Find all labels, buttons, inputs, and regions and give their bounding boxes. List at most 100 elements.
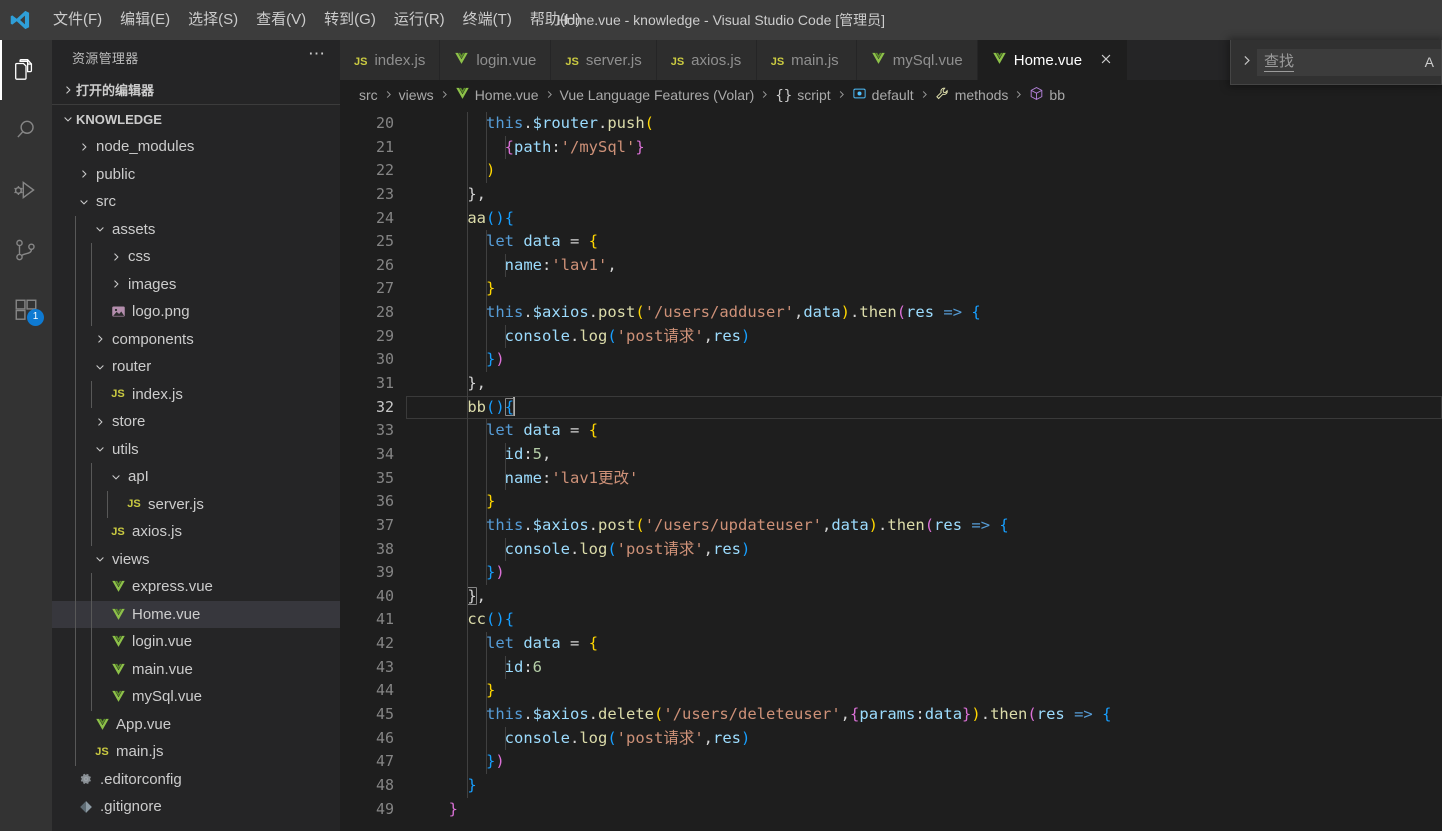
tree-item-components[interactable]: components xyxy=(52,325,340,353)
chevron-down-icon[interactable] xyxy=(92,441,108,457)
menu-goto[interactable]: 转到(G) xyxy=(315,7,385,33)
tree-item-store[interactable]: store xyxy=(52,408,340,436)
tab-login-vue[interactable]: login.vue xyxy=(440,40,552,80)
tree-item--editorconfig[interactable]: .editorconfig xyxy=(52,766,340,794)
tree-item-express-vue[interactable]: express.vue xyxy=(52,573,340,601)
code-line[interactable]: } xyxy=(406,679,1442,704)
find-input[interactable]: 查找 A xyxy=(1257,48,1441,76)
chevron-right-icon[interactable] xyxy=(108,276,124,292)
menu-run[interactable]: 运行(R) xyxy=(385,7,454,33)
chevron-down-icon[interactable] xyxy=(76,194,92,210)
chevron-right-icon[interactable] xyxy=(76,139,92,155)
section-workspace[interactable]: KNOWLEDGE xyxy=(52,104,340,133)
breadcrumb-item-src[interactable]: src xyxy=(359,87,378,103)
tree-item-home-vue[interactable]: Home.vue xyxy=(52,600,340,628)
tab-home-vue[interactable]: Home.vue xyxy=(977,40,1129,80)
code-line[interactable]: console.log('post请求',res) xyxy=(406,324,1442,349)
chevron-down-icon[interactable] xyxy=(92,359,108,375)
activity-run-debug[interactable] xyxy=(0,160,52,220)
code-line[interactable]: }) xyxy=(406,561,1442,585)
menu-view[interactable]: 查看(V) xyxy=(247,7,315,33)
tab-mysql-vue[interactable]: mySql.vue xyxy=(856,40,978,80)
code-line[interactable]: this.$axios.post('/users/adduser',data).… xyxy=(406,301,1442,325)
code-line[interactable]: ) xyxy=(406,159,1442,183)
tree-item-utils[interactable]: utils xyxy=(52,435,340,463)
menu-edit[interactable]: 编辑(E) xyxy=(111,7,179,33)
tree-item-router[interactable]: router xyxy=(52,353,340,381)
code-line[interactable]: }) xyxy=(406,348,1442,373)
code-line[interactable]: this.$router.push( xyxy=(406,112,1442,136)
code-line[interactable]: name:'lav1', xyxy=(406,253,1442,278)
menu-file[interactable]: 文件(F) xyxy=(44,7,111,33)
chevron-down-icon[interactable] xyxy=(92,551,108,567)
breadcrumb-item-home-vue[interactable]: Home.vue xyxy=(455,86,539,104)
tab-index-js[interactable]: JS index.js xyxy=(340,40,441,80)
chevron-right-icon[interactable] xyxy=(92,414,108,430)
close-icon[interactable] xyxy=(1099,52,1113,69)
tree-item-public[interactable]: public xyxy=(52,161,340,189)
breadcrumb-item-vue-language-features--volar-[interactable]: Vue Language Features (Volar) xyxy=(560,87,755,103)
tree-item-index-js[interactable]: JS index.js xyxy=(52,380,340,408)
menu-terminal[interactable]: 终端(T) xyxy=(454,7,521,33)
activity-search[interactable] xyxy=(0,100,52,160)
section-open-editors[interactable]: 打开的编辑器 xyxy=(52,75,340,104)
code-line[interactable]: id:5, xyxy=(406,442,1442,467)
breadcrumb-item-default[interactable]: default xyxy=(852,86,914,104)
match-case-icon[interactable]: A xyxy=(1425,54,1434,70)
code-line[interactable]: name:'lav1更改' xyxy=(406,466,1442,491)
code-line[interactable]: this.$axios.post('/users/updateuser',dat… xyxy=(406,513,1442,538)
menu-selection[interactable]: 选择(S) xyxy=(179,7,247,33)
breadcrumb-item-bb[interactable]: bb xyxy=(1029,86,1065,104)
tree-item-app-vue[interactable]: App.vue xyxy=(52,710,340,738)
tree-item-main-vue[interactable]: main.vue xyxy=(52,655,340,683)
tree-item-axios-js[interactable]: JS axios.js xyxy=(52,518,340,546)
breadcrumb-item-script[interactable]: {} script xyxy=(775,87,830,104)
code-line[interactable]: cc(){ xyxy=(406,608,1442,633)
find-expand-chevron-right-icon[interactable] xyxy=(1235,54,1257,70)
code-line[interactable]: let data = { xyxy=(406,230,1442,254)
chevron-right-icon[interactable] xyxy=(92,331,108,347)
tree-item-src[interactable]: src xyxy=(52,188,340,216)
code-line[interactable]: }, xyxy=(406,584,1442,609)
chevron-right-icon[interactable] xyxy=(76,166,92,182)
chevron-down-icon[interactable] xyxy=(92,221,108,237)
menu-bar[interactable]: 文件(F) 编辑(E) 选择(S) 查看(V) 转到(G) 运行(R) 终端(T… xyxy=(40,0,590,40)
tree-item-images[interactable]: images xyxy=(52,270,340,298)
code-line[interactable]: this.$axios.delete('/users/deleteuser',{… xyxy=(406,703,1442,727)
tree-item-mysql-vue[interactable]: mySql.vue xyxy=(52,683,340,711)
tree-item-server-js[interactable]: JS server.js xyxy=(52,490,340,518)
code-line[interactable]: }, xyxy=(406,182,1442,207)
code-line[interactable]: } xyxy=(406,798,1442,822)
breadcrumb-item-methods[interactable]: methods xyxy=(935,86,1008,104)
code-line[interactable]: } xyxy=(406,773,1442,798)
tree-item-node-modules[interactable]: node_modules xyxy=(52,133,340,161)
activity-explorer[interactable] xyxy=(0,40,52,100)
tree-item-css[interactable]: css xyxy=(52,243,340,271)
code-line[interactable]: let data = { xyxy=(406,632,1442,656)
activity-extensions[interactable]: 1 xyxy=(0,280,52,340)
breadcrumb-item-views[interactable]: views xyxy=(399,87,434,103)
tree-item-main-js[interactable]: JS main.js xyxy=(52,738,340,766)
activity-source-control[interactable] xyxy=(0,220,52,280)
find-widget[interactable]: 查找 A xyxy=(1230,40,1442,85)
tree-item-api[interactable]: apI xyxy=(52,463,340,491)
code-editor[interactable]: 20 21 22 23 24 25 26 27 28 29 30 31 32 33 34 35 36 37 38 39… xyxy=(340,110,1442,831)
chevron-down-icon[interactable] xyxy=(108,469,124,485)
tab-server-js[interactable]: JS server.js xyxy=(551,40,657,80)
chevron-right-icon[interactable] xyxy=(108,249,124,265)
tree-item--gitignore[interactable]: .gitignore xyxy=(52,793,340,821)
tab-main-js[interactable]: JS main.js xyxy=(756,40,857,80)
tree-item-views[interactable]: views xyxy=(52,545,340,573)
code-line[interactable]: id:6 xyxy=(406,655,1442,680)
ellipsis-icon[interactable]: ⋯ xyxy=(300,45,334,67)
code-line[interactable]: let data = { xyxy=(406,419,1442,443)
code-line[interactable]: bb(){ xyxy=(406,395,1442,420)
code-content[interactable]: this.$router.push( {path:'/mySql'} ) }, … xyxy=(406,110,1442,831)
code-line[interactable]: console.log('post请求',res) xyxy=(406,726,1442,751)
tree-item-assets[interactable]: assets xyxy=(52,215,340,243)
code-line[interactable]: console.log('post请求',res) xyxy=(406,537,1442,562)
code-line[interactable]: } xyxy=(406,490,1442,514)
menu-help[interactable]: 帮助(H) xyxy=(521,7,590,33)
tree-item-login-vue[interactable]: login.vue xyxy=(52,628,340,656)
code-line[interactable]: }) xyxy=(406,750,1442,774)
